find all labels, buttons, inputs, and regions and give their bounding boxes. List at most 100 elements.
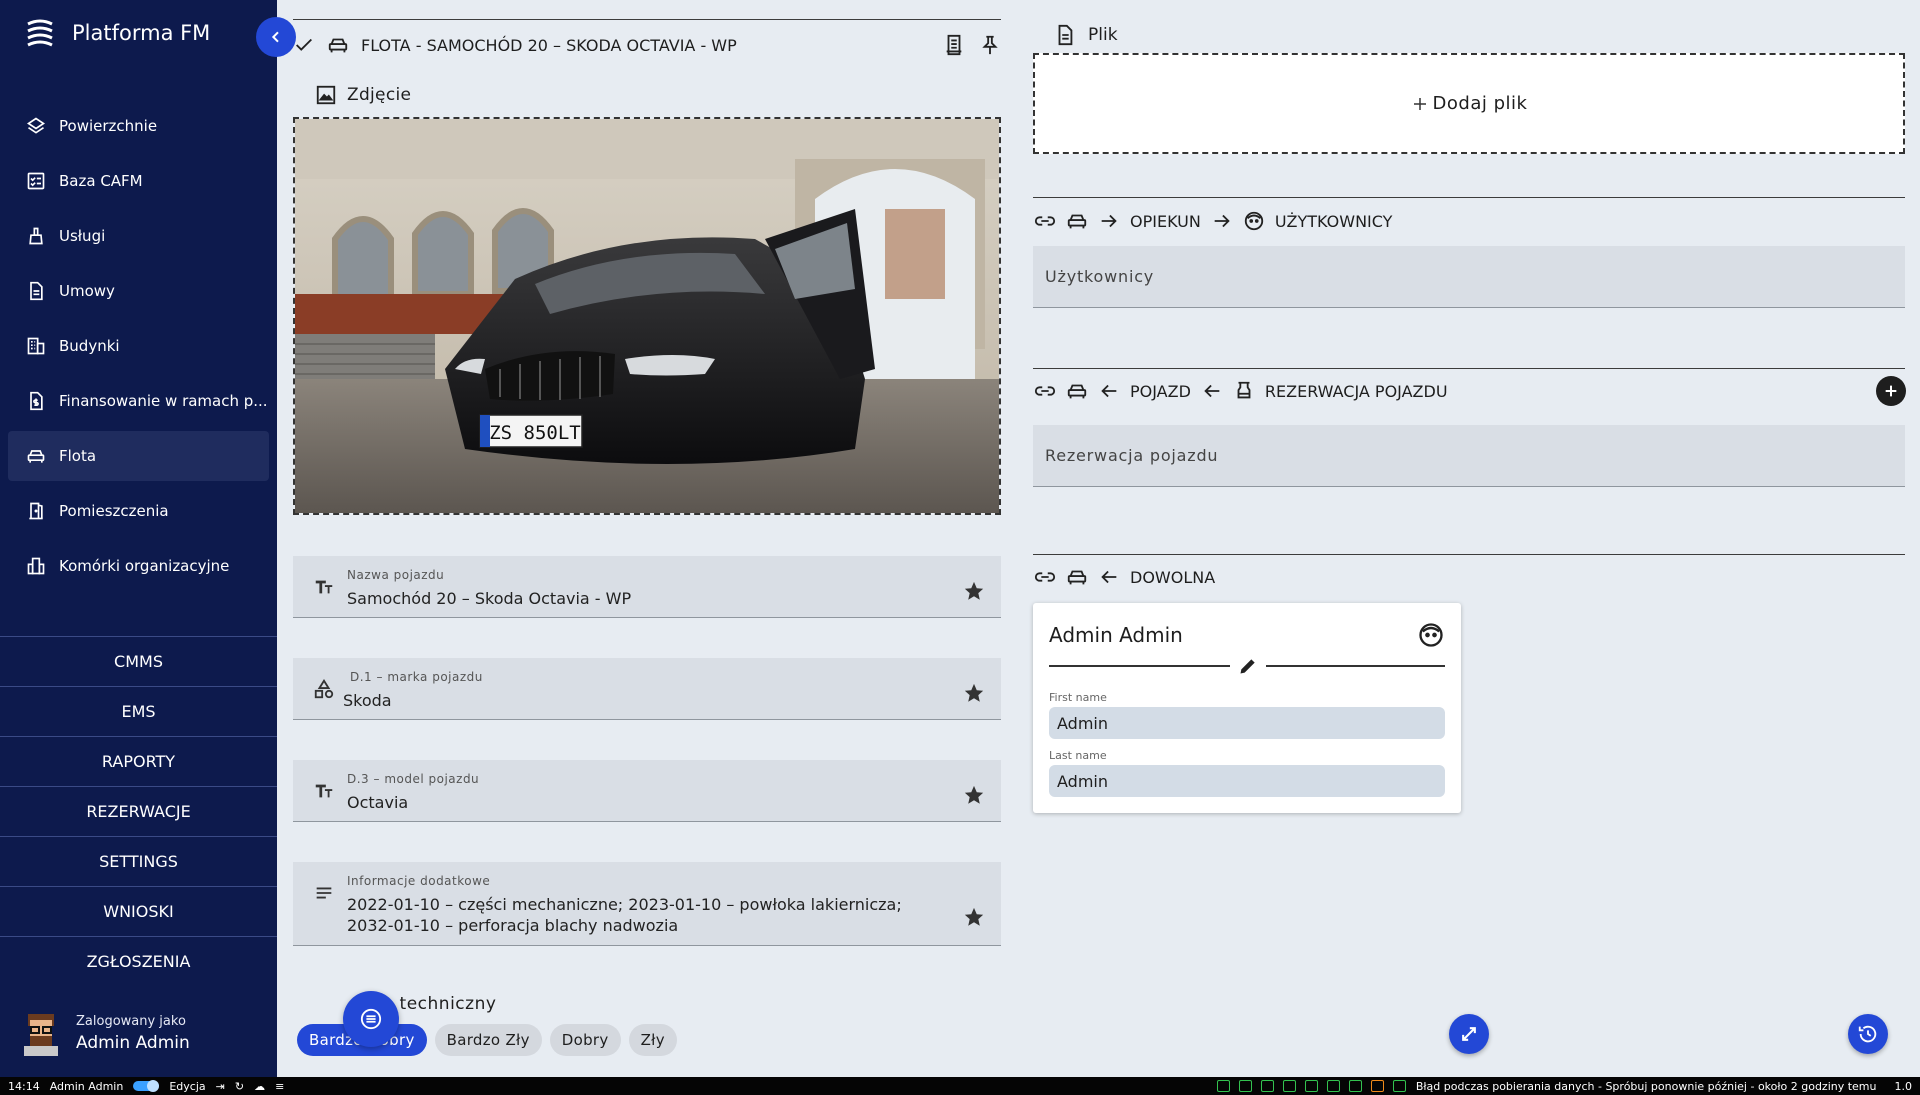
star-icon[interactable] <box>963 580 985 602</box>
field-vehicle-name[interactable]: Nazwa pojazdu Samochód 20 – Skoda Octavi… <box>293 556 1001 618</box>
sidebar-item-finansowanie[interactable]: Finansowanie w ramach p... <box>8 376 269 426</box>
add-reservation-button[interactable] <box>1876 376 1906 406</box>
sidebar-item-pomieszczenia[interactable]: Pomieszczenia <box>8 486 269 536</box>
indicator-icon[interactable] <box>1216 1080 1230 1092</box>
plus-icon <box>1413 97 1426 110</box>
sidebar-group-settings[interactable]: SETTINGS <box>0 836 277 886</box>
expand-icon <box>1462 1027 1476 1041</box>
last-name-field[interactable]: Admin <box>1049 765 1445 797</box>
sidebar-item-label: Usługi <box>59 227 106 245</box>
expand-button[interactable] <box>1449 1014 1489 1054</box>
relation-to: UŻYTKOWNICY <box>1274 211 1393 231</box>
refresh-icon[interactable]: ↻ <box>235 1080 244 1093</box>
warning-indicator-icon[interactable] <box>1370 1080 1384 1092</box>
indicator-icon[interactable] <box>1238 1080 1252 1092</box>
relation-from: POJAZD <box>1130 381 1191 401</box>
field-vehicle-brand[interactable]: D.1 – marka pojazdu Skoda <box>293 658 1001 720</box>
door-icon <box>29 502 43 520</box>
indicator-icon[interactable] <box>1260 1080 1274 1092</box>
status-message: Błąd podczas pobierania danych - Spróbuj… <box>1415 1079 1877 1093</box>
menu-icon <box>360 1008 382 1030</box>
field-label: D.1 – marka pojazdu <box>350 670 483 684</box>
broom-icon <box>29 227 43 245</box>
arrow-left-icon <box>1204 384 1220 398</box>
money-document-icon <box>30 391 43 411</box>
arrow-left-icon <box>1101 384 1117 398</box>
face-icon[interactable] <box>1417 621 1445 649</box>
sidebar-group-cmms[interactable]: CMMS <box>0 636 277 686</box>
car-icon <box>1067 570 1087 585</box>
chevron-left-icon <box>271 31 279 43</box>
file-icon <box>1058 24 1073 46</box>
image-icon <box>316 85 336 105</box>
arrow-right-icon <box>1214 214 1230 228</box>
relation-from: OPIEKUN <box>1130 211 1201 231</box>
checklist-icon <box>27 172 45 190</box>
logout-icon[interactable]: ⇥ <box>216 1080 225 1093</box>
star-icon[interactable] <box>963 682 985 704</box>
sidebar-item-umowy[interactable]: Umowy <box>8 266 269 316</box>
sidebar-group-rezerwacje[interactable]: REZERWACJE <box>0 786 277 836</box>
status-user: Admin Admin <box>49 1079 124 1093</box>
field-vehicle-model[interactable]: D.3 – model pojazdu Octavia <box>293 760 1001 822</box>
sidebar-item-budynki[interactable]: Budynki <box>8 321 269 371</box>
sidebar-item-label: Umowy <box>59 282 115 300</box>
car-icon <box>27 450 45 463</box>
star-icon[interactable] <box>963 906 985 928</box>
history-button[interactable] <box>1848 1014 1888 1054</box>
arrow-left-icon <box>1101 570 1117 584</box>
menu-icon[interactable]: ≡ <box>275 1080 284 1093</box>
sidebar-item-powierzchnie[interactable]: Powierzchnie <box>8 101 269 151</box>
divider <box>1033 368 1905 369</box>
link-icon <box>1034 216 1056 226</box>
chip-option[interactable]: Zły <box>628 1024 677 1056</box>
sidebar-item-uslugi[interactable]: Usługi <box>8 211 269 261</box>
shapes-icon <box>314 679 334 699</box>
arrow-right-icon <box>1101 214 1117 228</box>
status-indicators <box>1216 1080 1406 1092</box>
cloud-icon[interactable]: ☁ <box>254 1080 265 1093</box>
indicator-icon[interactable] <box>1282 1080 1296 1092</box>
print-document-icon[interactable] <box>943 34 965 56</box>
field-label: Informacje dodatkowe <box>347 874 491 888</box>
sidebar-item-baza-cafm[interactable]: Baza CAFM <box>8 156 269 206</box>
star-icon[interactable] <box>963 784 985 806</box>
reservation-icon <box>1237 381 1251 399</box>
menu-fab-button[interactable] <box>343 991 399 1047</box>
car-icon <box>1067 384 1087 399</box>
check-icon[interactable] <box>293 34 315 56</box>
brand[interactable]: Platforma FM <box>24 18 210 48</box>
add-file-dropzone[interactable]: Dodaj plik <box>1033 53 1905 154</box>
field-label: D.3 – model pojazdu <box>347 772 480 786</box>
status-mode: Edycja <box>169 1079 206 1093</box>
sidebar-group-wnioski[interactable]: WNIOSKI <box>0 886 277 936</box>
indicator-icon[interactable] <box>1348 1080 1362 1092</box>
field-additional-info[interactable]: Informacje dodatkowe 2022-01-10 – części… <box>293 862 1001 946</box>
users-field[interactable]: Użytkownicy <box>1033 246 1905 308</box>
last-name-label: Last name <box>1049 749 1107 762</box>
sidebar-group-ems[interactable]: EMS <box>0 686 277 736</box>
relation-to: REZERWACJA POJAZDU <box>1264 381 1448 401</box>
link-icon <box>1034 386 1056 396</box>
sidebar-item-komorki[interactable]: Komórki organizacyjne <box>8 541 269 591</box>
current-user[interactable]: Zalogowany jako Admin Admin <box>20 1010 190 1056</box>
first-name-field[interactable]: Admin <box>1049 707 1445 739</box>
sidebar-group-raporty[interactable]: RAPORTY <box>0 736 277 786</box>
sidebar-group-zgloszenia[interactable]: ZGŁOSZENIA <box>0 936 277 986</box>
pin-icon[interactable] <box>979 34 1001 56</box>
edit-button[interactable] <box>1230 655 1266 677</box>
chip-option[interactable]: Bardzo Zły <box>434 1024 542 1056</box>
chip-option[interactable]: Dobry <box>549 1024 621 1056</box>
file-label: Plik <box>1088 25 1118 45</box>
logo-icon <box>27 19 53 47</box>
edit-mode-toggle[interactable] <box>133 1080 160 1092</box>
sidebar-item-flota[interactable]: Flota <box>8 431 269 481</box>
avatar <box>24 1014 58 1056</box>
vehicle-photo[interactable]: ZS 850LT <box>293 117 1001 515</box>
indicator-icon[interactable] <box>1304 1080 1318 1092</box>
collapse-sidebar-button[interactable] <box>256 17 296 57</box>
relation-header-any: DOWOLNA <box>1034 564 1906 590</box>
reservation-field[interactable]: Rezerwacja pojazdu <box>1033 425 1905 487</box>
indicator-icon[interactable] <box>1392 1080 1406 1092</box>
indicator-icon[interactable] <box>1326 1080 1340 1092</box>
